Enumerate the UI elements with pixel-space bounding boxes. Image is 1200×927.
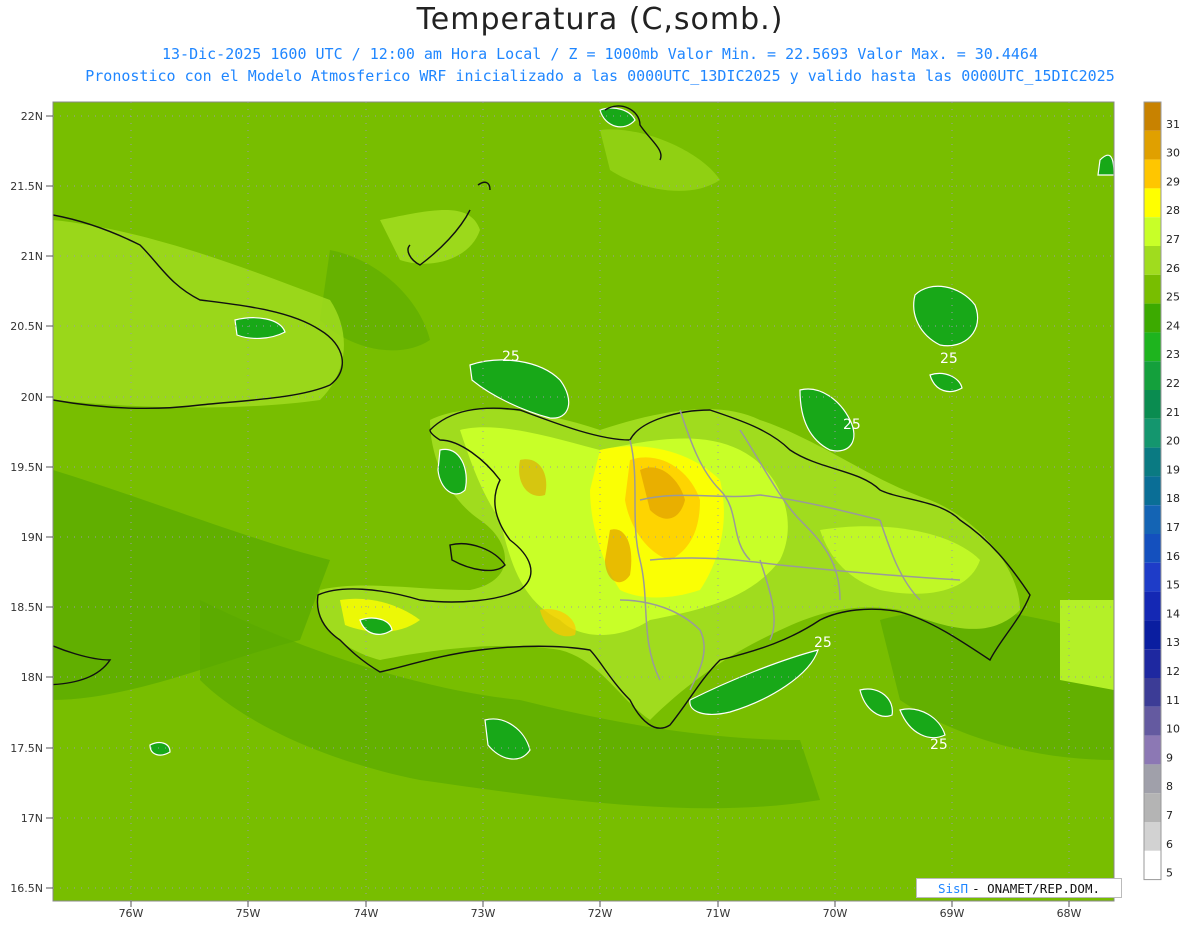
colorbar-label: 25 bbox=[1166, 291, 1180, 304]
colorbar-swatch bbox=[1144, 130, 1161, 160]
colorbar-swatch bbox=[1144, 649, 1161, 678]
colorbar-swatch bbox=[1144, 620, 1161, 650]
colorbar-label: 19 bbox=[1166, 463, 1180, 476]
colorbar-swatch bbox=[1144, 764, 1161, 794]
colorbar-swatch bbox=[1144, 361, 1161, 390]
colorbar-label: 5 bbox=[1166, 867, 1173, 880]
lat-tick-label: 17.5N bbox=[10, 742, 43, 755]
colorbar-label: 30 bbox=[1166, 147, 1180, 160]
contour-label-25: 25 bbox=[940, 351, 958, 367]
lon-tick-label: 74W bbox=[354, 907, 379, 920]
colorbar-label: 9 bbox=[1166, 751, 1173, 764]
colorbar: 31 30 29 28 27 26 25 24 23 22 21 20 19 18 17 16 15 14 13 12… bbox=[1143, 101, 1180, 881]
lat-tick-label: 20N bbox=[21, 391, 43, 404]
lat-tick-label: 17N bbox=[21, 812, 43, 825]
colorbar-label: 17 bbox=[1166, 521, 1180, 534]
colorbar-swatch bbox=[1144, 447, 1161, 477]
lat-tick-label: 16.5N bbox=[10, 882, 43, 895]
colorbar-label: 23 bbox=[1166, 348, 1180, 361]
colorbar-label: 10 bbox=[1166, 723, 1180, 736]
colorbar-swatch bbox=[1144, 562, 1161, 592]
longitude-axis: 76W 75W 74W 73W 72W 71W 70W 69W 68W bbox=[119, 907, 1082, 920]
colorbar-swatch bbox=[1144, 303, 1161, 333]
lon-tick-label: 75W bbox=[236, 907, 261, 920]
colorbar-swatch bbox=[1144, 850, 1161, 880]
colorbar-swatch bbox=[1144, 735, 1161, 765]
colorbar-label: 11 bbox=[1166, 694, 1180, 707]
temperature-map: 25 25 25 25 25 22N 21.5N 21N 20.5N 20N 1… bbox=[10, 101, 1180, 920]
sispi-logo: SisΠ bbox=[937, 880, 969, 896]
colorbar-label: 26 bbox=[1166, 262, 1180, 275]
lon-tick-label: 70W bbox=[823, 907, 848, 920]
colorbar-swatch bbox=[1144, 822, 1161, 851]
lat-tick-label: 19.5N bbox=[10, 461, 43, 474]
colorbar-label: 20 bbox=[1166, 435, 1180, 448]
colorbar-label: 6 bbox=[1166, 838, 1173, 851]
lat-tick-label: 19N bbox=[21, 531, 43, 544]
lon-tick-label: 71W bbox=[706, 907, 731, 920]
temperature-field bbox=[53, 102, 1114, 901]
colorbar-label: 28 bbox=[1166, 204, 1180, 217]
colorbar-label: 15 bbox=[1166, 579, 1180, 592]
latitude-axis: 22N 21.5N 21N 20.5N 20N 19.5N 19N 18.5N … bbox=[10, 110, 43, 895]
contour-label-25: 25 bbox=[843, 417, 861, 433]
colorbar-label: 12 bbox=[1166, 665, 1180, 678]
lat-tick-label: 21.5N bbox=[10, 180, 43, 193]
lat-tick-label: 20.5N bbox=[10, 320, 43, 333]
contour-label-25: 25 bbox=[502, 349, 520, 365]
colorbar-swatch bbox=[1144, 418, 1161, 448]
colorbar-swatch bbox=[1144, 505, 1161, 534]
credit-text: - ONAMET/REP.DOM. bbox=[972, 880, 1101, 896]
colorbar-label: 24 bbox=[1166, 319, 1180, 332]
contour-label-25: 25 bbox=[814, 635, 832, 651]
colorbar-swatch bbox=[1144, 476, 1161, 506]
lon-tick-label: 72W bbox=[588, 907, 613, 920]
colorbar-label: 7 bbox=[1166, 809, 1173, 822]
lat-tick-label: 21N bbox=[21, 250, 43, 263]
credit-box: SisΠ - ONAMET/REP.DOM. bbox=[916, 878, 1122, 898]
page-title: Temperatura (C,somb.) bbox=[416, 2, 784, 37]
colorbar-label: 27 bbox=[1166, 233, 1180, 246]
colorbar-swatch bbox=[1144, 102, 1161, 131]
colorbar-swatch bbox=[1144, 678, 1161, 707]
colorbar-swatch bbox=[1144, 332, 1161, 362]
lat-tick-label: 22N bbox=[21, 110, 43, 123]
lon-tick-label: 76W bbox=[119, 907, 144, 920]
valid-time-line: 13-Dic-2025 1600 UTC / 12:00 am Hora Loc… bbox=[162, 45, 1038, 63]
colorbar-label: 29 bbox=[1166, 175, 1180, 188]
colorbar-swatch bbox=[1144, 390, 1161, 419]
colorbar-swatch bbox=[1144, 217, 1161, 246]
contour-label-25: 25 bbox=[930, 737, 948, 753]
lon-tick-label: 69W bbox=[940, 907, 965, 920]
colorbar-swatch bbox=[1144, 793, 1161, 822]
colorbar-label: 14 bbox=[1166, 607, 1180, 620]
colorbar-swatch bbox=[1144, 706, 1161, 736]
colorbar-label: 16 bbox=[1166, 550, 1180, 563]
lat-tick-label: 18N bbox=[21, 671, 43, 684]
colorbar-label: 31 bbox=[1166, 118, 1180, 131]
colorbar-label: 8 bbox=[1166, 780, 1173, 793]
colorbar-label: 18 bbox=[1166, 492, 1180, 505]
model-info-line: Pronostico con el Modelo Atmosferico WRF… bbox=[85, 67, 1115, 85]
colorbar-label: 22 bbox=[1166, 377, 1180, 390]
colorbar-swatch bbox=[1144, 246, 1161, 275]
lon-tick-label: 73W bbox=[471, 907, 496, 920]
colorbar-swatch bbox=[1144, 274, 1161, 304]
colorbar-swatch bbox=[1144, 591, 1161, 621]
lon-tick-label: 68W bbox=[1057, 907, 1082, 920]
colorbar-swatch bbox=[1144, 534, 1161, 563]
colorbar-swatch bbox=[1144, 159, 1161, 189]
lat-tick-label: 18.5N bbox=[10, 601, 43, 614]
colorbar-label: 21 bbox=[1166, 406, 1180, 419]
colorbar-swatch bbox=[1144, 188, 1161, 218]
colorbar-label: 13 bbox=[1166, 636, 1180, 649]
